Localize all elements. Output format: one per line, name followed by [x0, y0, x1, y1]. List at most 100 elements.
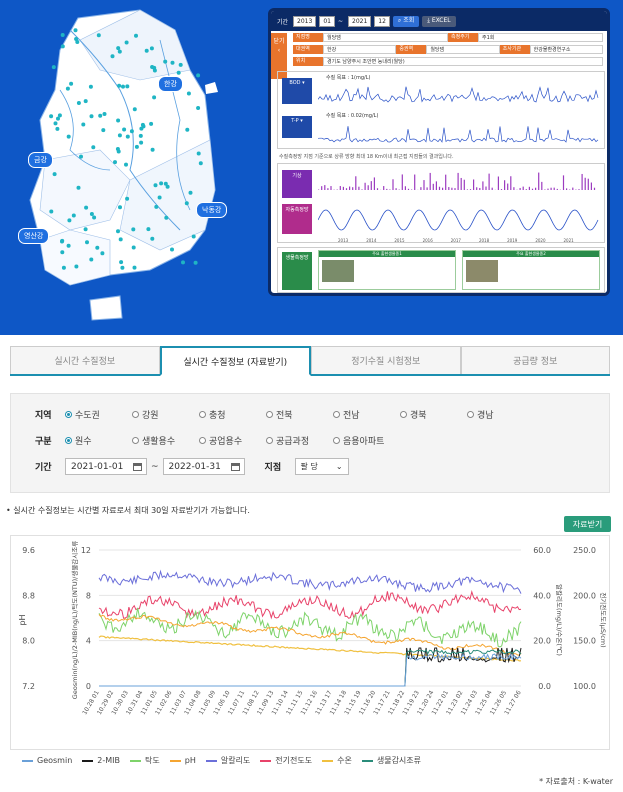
station-marker[interactable]	[84, 205, 89, 210]
region-label-geum[interactable]: 금강	[28, 152, 53, 168]
station-marker[interactable]	[134, 144, 139, 149]
station-marker[interactable]	[152, 95, 157, 100]
station-marker[interactable]	[83, 99, 88, 104]
month-from-select[interactable]: 01	[319, 15, 335, 27]
legend-ph[interactable]: pH	[169, 756, 196, 765]
station-marker[interactable]	[65, 86, 70, 91]
station-marker[interactable]	[138, 133, 143, 138]
station-marker[interactable]	[51, 65, 56, 70]
site-select[interactable]: 팔 당 ⌄	[294, 458, 349, 475]
station-marker[interactable]	[163, 181, 168, 186]
station-marker[interactable]	[92, 215, 97, 220]
region-label-yeongsan[interactable]: 영산강	[18, 228, 50, 244]
station-marker[interactable]	[118, 205, 122, 210]
station-marker[interactable]	[118, 237, 123, 242]
region-option-6[interactable]: 경남	[467, 408, 512, 421]
legend-2mib[interactable]: 2-MIB	[82, 756, 120, 765]
tab-regular[interactable]: 정기수질 시험정보	[311, 346, 461, 374]
station-marker[interactable]	[81, 122, 86, 127]
region-option-2[interactable]: 충청	[199, 408, 244, 421]
station-marker[interactable]	[116, 118, 121, 123]
station-marker[interactable]	[164, 215, 169, 220]
station-marker[interactable]	[185, 127, 190, 132]
year-to-select[interactable]: 2021	[348, 15, 372, 27]
legend-turbidity[interactable]: 탁도	[130, 755, 160, 766]
eco-tag[interactable]: 생물측정망	[282, 252, 312, 290]
bod-select[interactable]: BOD ▾	[282, 78, 312, 104]
station-marker[interactable]	[146, 227, 151, 232]
station-marker[interactable]	[157, 195, 162, 200]
flow-tag[interactable]: 자동측정망	[282, 204, 312, 234]
station-marker[interactable]	[181, 260, 185, 265]
station-marker[interactable]	[117, 83, 122, 88]
station-marker[interactable]	[131, 227, 136, 232]
station-marker[interactable]	[61, 265, 66, 270]
station-marker[interactable]	[98, 113, 103, 118]
station-marker[interactable]	[100, 251, 105, 256]
station-marker[interactable]	[73, 28, 78, 33]
station-marker[interactable]	[101, 128, 106, 133]
type-option-3[interactable]: 공급과정	[266, 434, 311, 447]
year-from-select[interactable]: 2013	[293, 15, 317, 27]
date-to-input[interactable]: 2022-01-31	[162, 458, 245, 475]
station-marker[interactable]	[184, 201, 189, 206]
station-marker[interactable]	[129, 129, 134, 134]
month-to-select[interactable]: 12	[374, 15, 390, 27]
station-marker[interactable]	[67, 218, 72, 223]
legend-bio-algae[interactable]: 생물감시조류	[361, 755, 421, 766]
station-marker[interactable]	[144, 48, 149, 53]
station-marker[interactable]	[186, 91, 191, 96]
station-marker[interactable]	[150, 65, 155, 69]
type-option-0[interactable]: 원수	[65, 434, 110, 447]
station-marker[interactable]	[125, 84, 130, 89]
station-marker[interactable]	[74, 37, 79, 41]
station-marker[interactable]	[96, 33, 101, 38]
station-marker[interactable]	[153, 183, 158, 188]
tab-realtime[interactable]: 실시간 수질정보	[10, 346, 160, 374]
station-marker[interactable]	[76, 101, 81, 105]
station-marker[interactable]	[149, 121, 154, 126]
station-marker[interactable]	[132, 265, 137, 270]
station-marker[interactable]	[83, 227, 88, 232]
station-marker[interactable]	[53, 121, 58, 126]
station-marker[interactable]	[117, 133, 122, 138]
region-option-0[interactable]: 수도권	[65, 408, 110, 421]
station-marker[interactable]	[139, 140, 144, 145]
station-marker[interactable]	[88, 84, 93, 89]
station-marker[interactable]	[176, 70, 181, 75]
station-marker[interactable]	[124, 40, 129, 45]
station-marker[interactable]	[125, 134, 130, 139]
station-marker[interactable]	[91, 145, 96, 150]
station-marker[interactable]	[89, 257, 94, 262]
station-marker[interactable]	[131, 245, 136, 250]
station-marker[interactable]	[154, 204, 159, 209]
region-label-nakdong[interactable]: 낙동강	[196, 202, 228, 218]
station-marker[interactable]	[89, 212, 94, 216]
station-marker[interactable]	[150, 236, 155, 241]
date-from-input[interactable]: 2021-01-01	[65, 458, 147, 475]
station-marker[interactable]	[115, 147, 120, 151]
station-marker[interactable]	[159, 181, 164, 186]
station-marker[interactable]	[69, 81, 74, 86]
station-marker[interactable]	[125, 196, 130, 201]
region-option-4[interactable]: 전남	[333, 408, 378, 421]
station-marker[interactable]	[66, 134, 71, 139]
station-marker[interactable]	[196, 151, 201, 156]
calendar-icon[interactable]	[230, 462, 240, 471]
station-marker[interactable]	[76, 185, 81, 190]
tab-realtime-download[interactable]: 실시간 수질정보 (자료받기)	[159, 346, 311, 376]
station-marker[interactable]	[102, 112, 107, 116]
legend-conductivity[interactable]: 전기전도도	[260, 755, 312, 766]
station-marker[interactable]	[178, 62, 183, 67]
type-option-2[interactable]: 공업용수	[199, 434, 244, 447]
station-marker[interactable]	[132, 107, 137, 112]
station-marker[interactable]	[66, 243, 71, 248]
station-marker[interactable]	[163, 59, 168, 64]
station-marker[interactable]	[140, 122, 145, 127]
rain-tag[interactable]: 기상	[282, 170, 312, 198]
station-marker[interactable]	[116, 46, 121, 51]
station-marker[interactable]	[89, 114, 94, 119]
legend-alkalinity[interactable]: 알칼리도	[205, 755, 250, 766]
tab-supply[interactable]: 공급량 정보	[460, 346, 610, 374]
station-marker[interactable]	[191, 234, 196, 239]
